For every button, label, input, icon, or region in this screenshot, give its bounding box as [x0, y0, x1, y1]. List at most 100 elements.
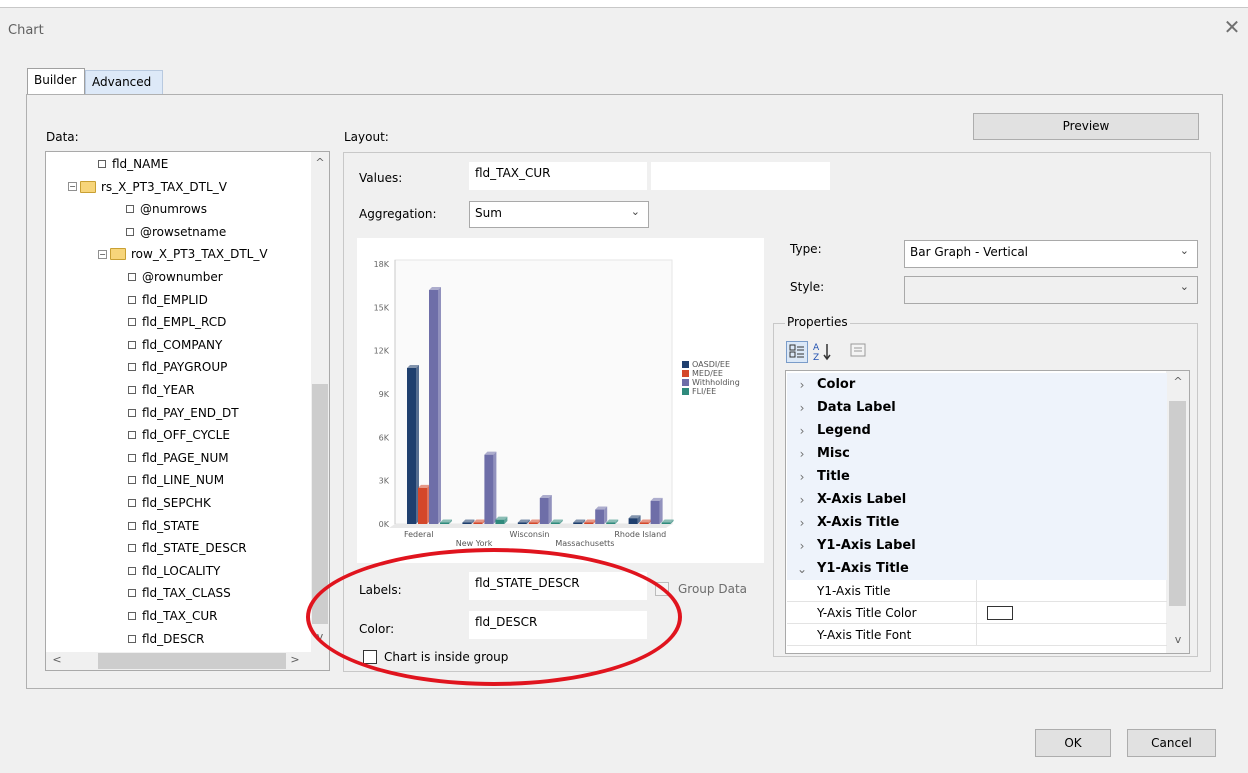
- bar-side: [604, 506, 608, 524]
- tree-item[interactable]: @rowsetname: [126, 222, 226, 242]
- tree-item[interactable]: fld_TAX_CLASS: [128, 583, 231, 603]
- property-category-label: Y1-Axis Label: [817, 538, 916, 553]
- tree-item[interactable]: fld_OFF_CYCLE: [128, 425, 230, 445]
- property-pages-icon[interactable]: [847, 341, 869, 363]
- chevron-right-icon[interactable]: ›: [787, 539, 817, 553]
- tree-item[interactable]: fld_SEPCHK: [128, 493, 211, 513]
- scroll-up-icon[interactable]: ^: [311, 156, 329, 169]
- ok-button[interactable]: OK: [1035, 729, 1111, 757]
- inside-group-label: Chart is inside group: [384, 650, 509, 664]
- chevron-right-icon[interactable]: ›: [787, 424, 817, 438]
- bar: [539, 498, 549, 524]
- aggregation-label: Aggregation:: [359, 207, 437, 221]
- y-tick-label: 15K: [374, 303, 390, 312]
- chevron-right-icon[interactable]: ›: [787, 447, 817, 461]
- group-data-checkbox[interactable]: [655, 582, 669, 596]
- tree-item[interactable]: fld_PAGE_NUM: [128, 448, 229, 468]
- properties-scrollbar[interactable]: ^ v: [1166, 371, 1189, 653]
- property-item[interactable]: Y1-Axis Title: [787, 579, 1167, 602]
- tree-horizontal-scrollbar[interactable]: < >: [46, 652, 329, 670]
- tree-item-label: fld_DESCR: [142, 631, 205, 646]
- tree-item[interactable]: − rs_X_PT3_TAX_DTL_V: [68, 177, 227, 197]
- tree-item[interactable]: fld_COMPANY: [128, 335, 222, 355]
- property-category[interactable]: › X-Axis Title: [787, 511, 1167, 534]
- tree-item-label: fld_EMPL_RCD: [142, 315, 227, 330]
- values-field[interactable]: fld_TAX_CUR: [469, 162, 647, 190]
- y-tick-label: 12K: [374, 347, 390, 356]
- bar: [573, 522, 583, 524]
- collapse-icon[interactable]: −: [68, 182, 77, 192]
- tree-item[interactable]: fld_STATE: [128, 516, 199, 536]
- property-category[interactable]: › Legend: [787, 419, 1167, 442]
- legend-label: Withholding: [692, 378, 740, 387]
- scroll-thumb[interactable]: [1169, 401, 1186, 606]
- scroll-thumb[interactable]: [312, 384, 328, 624]
- chevron-right-icon[interactable]: ›: [787, 401, 817, 415]
- property-category[interactable]: › Title: [787, 465, 1167, 488]
- property-item[interactable]: Y-Axis Title Color: [787, 601, 1167, 624]
- tree-item[interactable]: fld_TAX_CUR: [128, 606, 218, 626]
- values-field-secondary[interactable]: [651, 162, 830, 190]
- property-category[interactable]: › X-Axis Label: [787, 488, 1167, 511]
- data-tree: ^ v < > fld_NAME − rs_X_PT3_TAX_DTL_V @numr…: [45, 151, 330, 671]
- scroll-right-icon[interactable]: >: [286, 653, 304, 666]
- color-field[interactable]: fld_DESCR: [469, 611, 647, 639]
- property-category[interactable]: › Data Label: [787, 396, 1167, 419]
- chevron-down-icon[interactable]: ⌄: [787, 562, 817, 576]
- bar: [473, 522, 483, 524]
- property-category-label: Data Label: [817, 400, 896, 415]
- property-category[interactable]: ⌄ Y1-Axis Title: [787, 557, 1167, 580]
- aggregation-select[interactable]: Sum ⌄: [469, 201, 649, 228]
- scroll-up-icon[interactable]: ^: [1169, 375, 1187, 388]
- data-label: Data:: [46, 130, 79, 144]
- property-category[interactable]: › Color: [787, 373, 1167, 396]
- tree-item[interactable]: fld_YEAR: [128, 380, 195, 400]
- tree-item[interactable]: − row_X_PT3_TAX_DTL_V: [98, 244, 268, 264]
- type-select[interactable]: Bar Graph - Vertical ⌄: [904, 240, 1198, 268]
- labels-field[interactable]: fld_STATE_DESCR: [469, 572, 647, 600]
- tree-item[interactable]: @numrows: [126, 199, 207, 219]
- tree-item[interactable]: fld_EMPL_RCD: [128, 312, 226, 332]
- inside-group-checkbox[interactable]: [363, 650, 377, 664]
- scroll-down-icon[interactable]: v: [311, 630, 329, 643]
- tree-item[interactable]: fld_LOCALITY: [128, 561, 220, 581]
- tree-item[interactable]: fld_EMPLID: [128, 290, 208, 310]
- folder-icon: [80, 180, 96, 193]
- values-label: Values:: [359, 171, 403, 185]
- property-item[interactable]: Y-Axis Title Font: [787, 623, 1167, 646]
- hscroll-thumb[interactable]: [98, 653, 286, 669]
- folder-icon: [110, 248, 126, 261]
- tree-vertical-scrollbar[interactable]: ^ v: [311, 152, 329, 652]
- chart-preview: 0K 3K 6K 9K 12K 15K 18K Federal New York Wisconsi…: [357, 238, 764, 563]
- tree-item-label: fld_STATE: [142, 518, 200, 533]
- property-category-label: Misc: [817, 446, 850, 461]
- tree-item[interactable]: fld_NAME: [98, 154, 168, 174]
- sort-alphabetical-icon[interactable]: AZ: [812, 341, 834, 363]
- chevron-right-icon[interactable]: ›: [787, 493, 817, 507]
- tab-builder[interactable]: Builder: [27, 68, 85, 94]
- cancel-button[interactable]: Cancel: [1127, 729, 1216, 757]
- property-category[interactable]: › Misc: [787, 442, 1167, 465]
- color-swatch[interactable]: [987, 605, 1013, 620]
- tree-item[interactable]: fld_STATE_DESCR: [128, 538, 247, 558]
- tree-item[interactable]: fld_LINE_NUM: [128, 470, 224, 490]
- style-select[interactable]: ⌄: [904, 276, 1198, 304]
- tab-advanced[interactable]: Advanced: [85, 70, 163, 94]
- type-label: Type:: [790, 242, 822, 256]
- close-icon[interactable]: ✕: [1222, 17, 1242, 37]
- scroll-left-icon[interactable]: <: [48, 653, 66, 666]
- tree-item[interactable]: fld_PAYGROUP: [128, 357, 227, 377]
- property-category[interactable]: › Y1-Axis Label: [787, 534, 1167, 557]
- tree-item[interactable]: fld_PAY_END_DT: [128, 403, 239, 423]
- tree-item[interactable]: fld_DESCR: [128, 629, 204, 649]
- preview-button[interactable]: Preview: [973, 113, 1199, 140]
- chevron-right-icon[interactable]: ›: [787, 516, 817, 530]
- svg-text:Z: Z: [813, 353, 819, 361]
- field-node-icon: [128, 589, 136, 598]
- categorized-view-icon[interactable]: [786, 341, 808, 363]
- chevron-right-icon[interactable]: ›: [787, 470, 817, 484]
- collapse-icon[interactable]: −: [98, 249, 107, 259]
- scroll-down-icon[interactable]: v: [1169, 633, 1187, 646]
- tree-item[interactable]: @rownumber: [128, 267, 223, 287]
- chevron-right-icon[interactable]: ›: [787, 378, 817, 392]
